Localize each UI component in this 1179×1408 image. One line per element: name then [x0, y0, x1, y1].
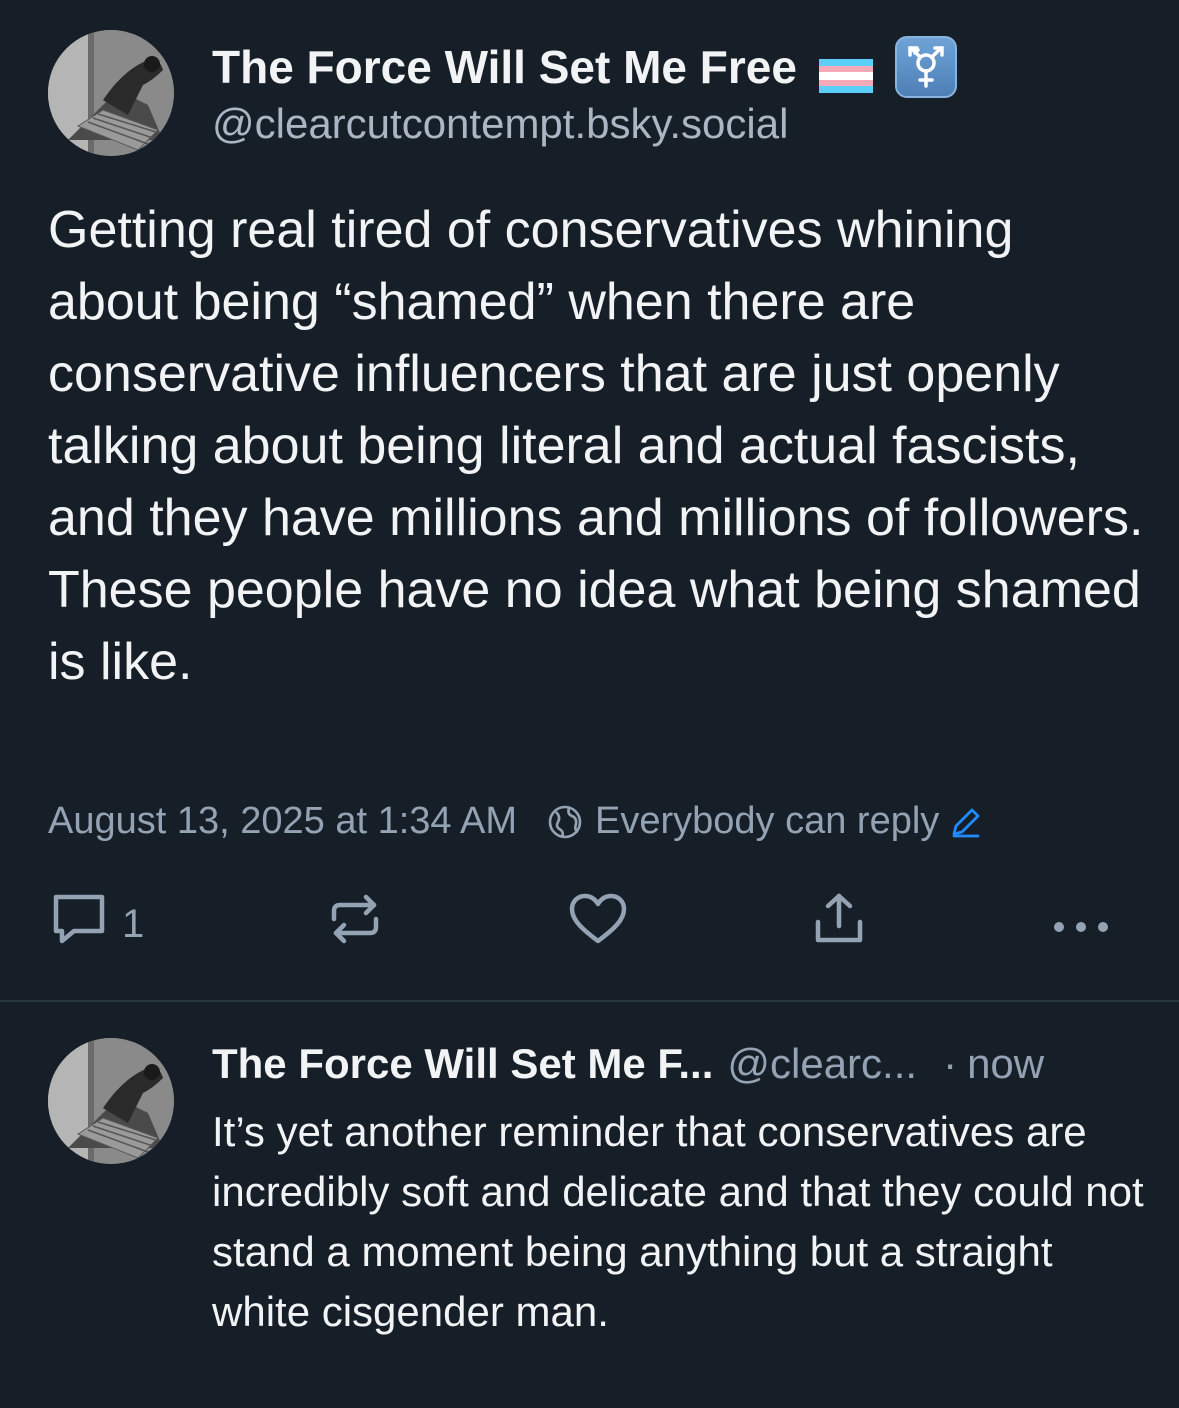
- author-avatar[interactable]: [48, 30, 174, 156]
- repost-button[interactable]: [326, 892, 384, 956]
- more-icon: [1050, 902, 1112, 947]
- reply-count: 1: [122, 901, 145, 946]
- heart-icon: [568, 891, 628, 957]
- reply-text: It’s yet another reminder that conservat…: [212, 1108, 1144, 1335]
- reply-header: The Force Will Set Me F... @clearc... · …: [212, 1040, 1044, 1088]
- transgender-symbol-icon: [894, 36, 957, 98]
- reply-author-name[interactable]: The Force Will Set Me F...: [212, 1040, 713, 1088]
- reply-author-avatar[interactable]: [48, 1038, 174, 1164]
- share-button[interactable]: [810, 892, 868, 956]
- post-timestamp: August 13, 2025 at 1:34 AM: [48, 800, 518, 842]
- display-name-text[interactable]: The Force Will Set Me Free: [212, 40, 797, 94]
- transgender-flag-icon: [818, 50, 873, 93]
- reply-author-handle[interactable]: @clearc...: [727, 1040, 917, 1088]
- reply-setting-label[interactable]: Everybody can reply: [595, 800, 939, 843]
- like-button[interactable]: [568, 892, 628, 956]
- reply-timestamp: now: [967, 1040, 1045, 1087]
- reply-button[interactable]: 1: [50, 892, 144, 956]
- pencil-icon[interactable]: [949, 805, 983, 839]
- author-display-name[interactable]: The Force Will Set Me Free: [212, 36, 957, 98]
- post-meta: August 13, 2025 at 1:34 AM Everybody can…: [48, 800, 983, 843]
- reply-separator: ·: [943, 1040, 958, 1087]
- author-handle[interactable]: @clearcutcontempt.bsky.social: [212, 100, 788, 148]
- share-icon: [810, 890, 868, 958]
- globe-icon: [547, 804, 583, 840]
- reply-post[interactable]: The Force Will Set Me F... @clearc... · …: [0, 1002, 1179, 1408]
- repost-icon: [326, 891, 384, 957]
- reply-icon: [50, 891, 108, 957]
- post-action-bar: 1: [0, 892, 1179, 956]
- main-post: The Force Will Set Me Free @clearcutcont…: [0, 0, 1179, 1000]
- post-text: Getting real tired of conservatives whin…: [48, 201, 1144, 691]
- more-options-button[interactable]: [1050, 892, 1112, 956]
